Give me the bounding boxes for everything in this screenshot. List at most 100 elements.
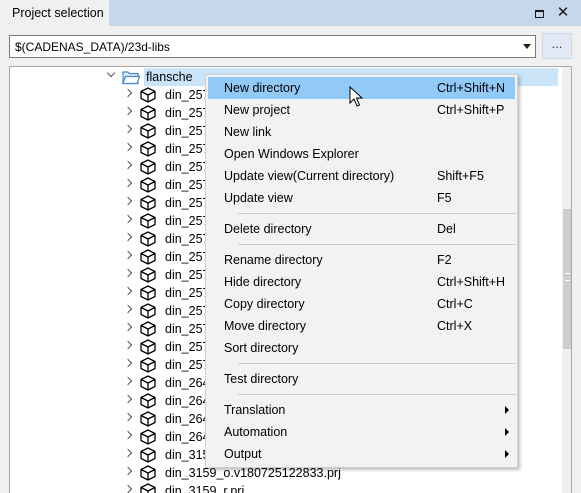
menu-item-test-directory[interactable]: Test directory — [208, 368, 515, 390]
project-cube-icon — [140, 267, 156, 283]
chevron-right-icon[interactable] — [123, 142, 133, 152]
chevron-right-icon[interactable] — [123, 178, 133, 188]
tree-row-label: din_3159_r.prj — [165, 484, 245, 493]
project-cube-icon — [140, 375, 156, 391]
menu-item-label: Copy directory — [224, 297, 305, 311]
submenu-arrow-icon — [505, 406, 509, 414]
project-cube-icon — [140, 249, 156, 265]
project-cube-icon — [140, 213, 156, 229]
project-cube-icon — [140, 231, 156, 247]
close-button[interactable]: ✕ — [553, 3, 573, 23]
menu-item-label: Automation — [224, 425, 288, 439]
menu-item-label: Sort directory — [224, 341, 299, 355]
project-cube-icon — [140, 465, 156, 481]
tab-project-selection[interactable]: Project selection — [0, 0, 110, 26]
chevron-right-icon[interactable] — [123, 394, 133, 404]
project-cube-icon — [140, 339, 156, 355]
menu-item-copy-directory[interactable]: Copy directory Ctrl+C — [208, 293, 515, 315]
folder-open-icon — [122, 71, 140, 85]
project-cube-icon — [140, 357, 156, 373]
chevron-right-icon[interactable] — [123, 250, 133, 260]
menu-item-automation[interactable]: Automation — [208, 421, 515, 443]
menu-item-update-view[interactable]: Update view F5 — [208, 187, 515, 209]
browse-button[interactable]: ... — [542, 33, 572, 59]
menu-item-label: New project — [224, 103, 290, 117]
chevron-right-icon[interactable] — [123, 358, 133, 368]
chevron-right-icon[interactable] — [123, 412, 133, 422]
menu-item-hide-directory[interactable]: Hide directory Ctrl+Shift+H — [208, 271, 515, 293]
menu-item-open-windows-explorer[interactable]: Open Windows Explorer — [208, 143, 515, 165]
restore-button[interactable] — [529, 3, 549, 23]
menu-item-label: Output — [224, 447, 262, 461]
project-cube-icon — [140, 303, 156, 319]
menu-item-output[interactable]: Output — [208, 443, 515, 465]
vertical-scrollbar[interactable] — [562, 67, 571, 493]
chevron-right-icon[interactable] — [123, 466, 133, 476]
menu-item-shortcut: Ctrl+X — [437, 319, 473, 333]
chevron-right-icon[interactable] — [123, 88, 133, 98]
menu-item-shortcut: F5 — [437, 191, 452, 205]
path-value: $(CADENAS_DATA)/23d-libs — [15, 40, 170, 54]
tab-title: Project selection — [12, 6, 104, 20]
chevron-right-icon[interactable] — [123, 304, 133, 314]
chevron-right-icon[interactable] — [123, 196, 133, 206]
chevron-right-icon[interactable] — [123, 286, 133, 296]
title-bar: Project selection ✕ — [0, 0, 581, 26]
menu-item-new-link[interactable]: New link — [208, 121, 515, 143]
menu-separator — [238, 213, 516, 214]
menu-item-delete-directory[interactable]: Delete directory Del — [208, 218, 515, 240]
chevron-right-icon[interactable] — [123, 106, 133, 116]
project-cube-icon — [140, 195, 156, 211]
grip-icon — [565, 273, 570, 281]
project-cube-icon — [140, 429, 156, 445]
project-cube-icon — [140, 393, 156, 409]
mouse-cursor-icon — [349, 86, 363, 107]
project-cube-icon — [140, 123, 156, 139]
project-cube-icon — [140, 159, 156, 175]
submenu-arrow-icon — [505, 428, 509, 436]
menu-item-translation[interactable]: Translation — [208, 399, 515, 421]
chevron-right-icon[interactable] — [123, 376, 133, 386]
chevron-right-icon[interactable] — [123, 340, 133, 350]
chevron-down-icon[interactable] — [518, 36, 535, 57]
chevron-right-icon[interactable] — [123, 124, 133, 134]
path-combobox[interactable]: $(CADENAS_DATA)/23d-libs — [9, 35, 536, 58]
chevron-right-icon[interactable] — [123, 484, 133, 493]
menu-item-label: Rename directory — [224, 253, 323, 267]
tree-row[interactable]: din_3159_r.prj — [10, 482, 562, 493]
menu-item-shortcut: Ctrl+Shift+P — [437, 103, 505, 117]
chevron-right-icon[interactable] — [123, 214, 133, 224]
menu-item-label: Open Windows Explorer — [224, 147, 359, 161]
chevron-right-icon[interactable] — [123, 448, 133, 458]
menu-item-shortcut: Ctrl+C — [437, 297, 473, 311]
menu-item-update-view-current-directory[interactable]: Update view(Current directory) Shift+F5 — [208, 165, 515, 187]
project-cube-icon — [140, 141, 156, 157]
menu-item-shortcut: Ctrl+Shift+H — [437, 275, 506, 289]
project-cube-icon — [140, 447, 156, 463]
chevron-right-icon[interactable] — [123, 232, 133, 242]
project-cube-icon — [140, 105, 156, 121]
menu-separator — [238, 394, 516, 395]
menu-item-rename-directory[interactable]: Rename directory F2 — [208, 249, 515, 271]
tree-root-label: flansche — [146, 70, 193, 84]
chevron-down-icon[interactable] — [106, 68, 116, 78]
menu-item-label: Hide directory — [224, 275, 302, 289]
project-cube-icon — [140, 321, 156, 337]
project-cube-icon — [140, 285, 156, 301]
menu-item-move-directory[interactable]: Move directory Ctrl+X — [208, 315, 515, 337]
scrollbar-thumb[interactable] — [563, 209, 571, 349]
menu-item-label: Test directory — [224, 372, 299, 386]
menu-item-label: Move directory — [224, 319, 306, 333]
menu-item-shortcut: Shift+F5 — [437, 169, 484, 183]
menu-item-label: New link — [224, 125, 272, 139]
chevron-right-icon[interactable] — [123, 268, 133, 278]
menu-item-shortcut: F2 — [437, 253, 452, 267]
menu-separator — [238, 244, 516, 245]
chevron-right-icon[interactable] — [123, 322, 133, 332]
menu-item-label: New directory — [224, 81, 301, 95]
chevron-right-icon[interactable] — [123, 430, 133, 440]
chevron-right-icon[interactable] — [123, 160, 133, 170]
menu-item-label: Update view(Current directory) — [224, 169, 395, 183]
menu-item-shortcut: Del — [437, 222, 456, 236]
menu-item-sort-directory[interactable]: Sort directory — [208, 337, 515, 359]
